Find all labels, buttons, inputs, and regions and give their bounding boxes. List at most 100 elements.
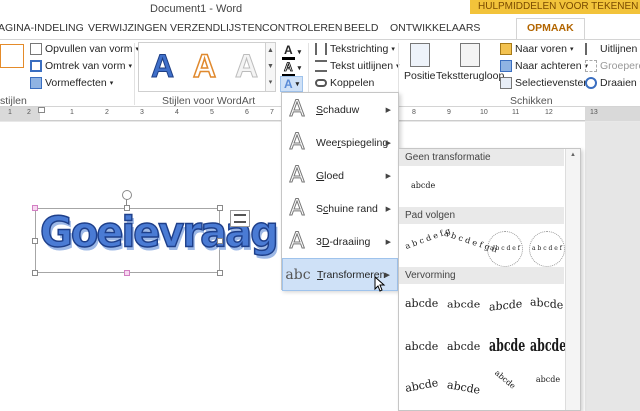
warp-arch-up[interactable]: abcde [404, 376, 439, 395]
text-fill-button[interactable]: A ▾ [282, 43, 301, 60]
ruler-number: 9 [447, 109, 451, 116]
ruler-number: 6 [245, 109, 249, 116]
submenu-arrow-icon: ▶ [385, 106, 391, 114]
effects-button[interactable]: Vormeffecten ▾ [30, 77, 113, 89]
position-button[interactable]: Positie [404, 43, 436, 82]
menu-item-glow[interactable]: A Gloed ▶ [282, 159, 398, 192]
layout-options-icon [234, 214, 246, 223]
rotate-icon [585, 77, 597, 89]
tab-beeld[interactable]: BEELD [344, 22, 378, 34]
outline-label: Omtrek van vorm [45, 60, 126, 72]
submenu-arrow-icon: ▶ [385, 139, 391, 147]
menu-item-label: 3D-draaiing [316, 235, 371, 248]
resize-handle[interactable] [32, 205, 38, 211]
warp-circle[interactable]: abcde [493, 368, 517, 390]
text-align-button[interactable]: Tekst uitlijnen▾ [315, 60, 400, 72]
wordart-style-orange[interactable]: A [192, 47, 217, 85]
menu-item-reflection[interactable]: A Weerspiegeling ▶ [282, 126, 398, 159]
menu-item-label: Schuine rand [316, 202, 378, 215]
text-direction-button[interactable]: Tekstrichting ▾ [315, 43, 395, 55]
resize-handle[interactable] [124, 270, 130, 276]
wrap-text-button[interactable]: Tekstterugloop [436, 43, 504, 82]
tab-pagina-indeling[interactable]: AGINA-INDELING [0, 22, 84, 34]
resize-handle[interactable] [217, 205, 223, 211]
group-objects-button[interactable]: Groeperen [585, 60, 640, 72]
resize-handle[interactable] [217, 238, 223, 244]
fill-button[interactable]: Opvullen van vorm▾ [30, 43, 139, 55]
wordart-style-gallery[interactable]: A A A [138, 42, 276, 92]
menu-item-shadow[interactable]: A Schaduw ▶ [282, 93, 398, 126]
no-transform-option[interactable]: abcde [411, 181, 435, 190]
group-icon [585, 60, 597, 72]
wordart-group-label: Stijlen voor WordArt [162, 95, 256, 107]
submenu-arrow-icon: ▶ [385, 172, 391, 180]
layout-options-button[interactable] [230, 210, 250, 227]
follow-path-button[interactable]: a b c d e f g h i j k l m n o [529, 231, 565, 267]
resize-handle[interactable] [124, 205, 130, 211]
warp-ring-outside[interactable]: abcde [530, 336, 566, 356]
window-title: Document1 - Word [150, 3, 243, 15]
text-align-label: Tekst uitlijnen [330, 60, 394, 72]
rotate-label: Draaien [600, 77, 637, 89]
3d-rotation-icon: A [289, 229, 305, 255]
gallery-scroll[interactable]: ▲ ▼ ▾ [265, 42, 276, 92]
ruler-number: 7 [270, 109, 274, 116]
tab-opmaak[interactable]: OPMAAK [516, 18, 585, 40]
rotate-button[interactable]: Draaien▾ [585, 77, 640, 89]
send-backward-button[interactable]: Naar achteren ▾ [500, 60, 588, 72]
align-button[interactable]: Uitlijnen [585, 43, 637, 55]
group-separator [134, 43, 135, 105]
submenu-scrollbar[interactable]: ▲ [565, 149, 580, 410]
scroll-up-icon[interactable]: ▲ [570, 152, 576, 158]
tab-ontwikkelaars[interactable]: ONTWIKKELAARS [390, 22, 480, 34]
warp-plain[interactable]: abcde [405, 297, 438, 310]
outline-button[interactable]: Omtrek van vorm ▾ [30, 60, 132, 72]
resize-handle[interactable] [32, 238, 38, 244]
fill-label: Opvullen van vorm [45, 43, 133, 55]
submenu-arrow-icon: ▶ [385, 205, 391, 213]
wordart-style-blue[interactable]: A [150, 48, 174, 85]
send-backward-icon [500, 60, 512, 72]
title-bar: Document1 - Word HULPMIDDELEN VOOR TEKEN… [0, 0, 640, 18]
text-outline-button[interactable]: A ▾ [282, 60, 301, 76]
shape-style-preview[interactable] [0, 44, 24, 68]
text-outline-icon: A [282, 60, 295, 76]
context-tab-band: HULPMIDDELEN VOOR TEKENEN [470, 0, 640, 14]
menu-item-3d-rotation[interactable]: A 3D-draaiing ▶ [282, 225, 398, 258]
link-label: Koppelen [330, 77, 375, 89]
position-label: Positie [404, 70, 436, 82]
selection-pane-icon [500, 77, 512, 89]
tab-verzendlijsten[interactable]: VERZENDLIJSTEN [170, 22, 262, 34]
ruler-number: 3 [140, 109, 144, 116]
warp-chevron-up[interactable]: abcde [405, 340, 438, 353]
text-effects-icon: A [284, 77, 293, 91]
bevel-icon: A [289, 196, 305, 222]
follow-path-circle[interactable]: a b c d e f g h i j k l m [487, 231, 523, 267]
ruler-number: 10 [480, 109, 488, 116]
warp-triangle-down[interactable]: abcde [530, 295, 563, 312]
rotate-handle[interactable] [122, 190, 132, 200]
text-effects-button[interactable]: A ▾ [280, 76, 304, 92]
warp-chevron-down[interactable]: abcde [447, 340, 480, 353]
ruler-number: 1 [8, 109, 12, 116]
position-icon [409, 43, 430, 67]
warp-stop[interactable]: abcde [447, 299, 480, 310]
group-label-text: Groeperen [600, 60, 640, 72]
resize-handle[interactable] [32, 270, 38, 276]
warp-triangle-up[interactable]: abcde [489, 297, 522, 314]
bring-forward-button[interactable]: Naar voren ▾ [500, 43, 573, 55]
warp-arch-down[interactable]: abcde [446, 378, 481, 397]
wordart-style-silver[interactable]: A [234, 48, 258, 85]
menu-item-bevel[interactable]: A Schuine rand ▶ [282, 192, 398, 225]
selection-pane-button[interactable]: Selectievenster [500, 77, 587, 89]
tab-controleren[interactable]: CONTROLEREN [262, 22, 343, 34]
resize-handle[interactable] [217, 270, 223, 276]
tab-verwijzingen[interactable]: VERWIJZINGEN [88, 22, 167, 34]
menu-item-label: Weerspiegeling [316, 136, 389, 149]
context-tab-label: HULPMIDDELEN VOOR TEKENEN [478, 1, 639, 12]
link-button[interactable]: Koppelen [315, 77, 374, 89]
warp-ring-inside[interactable]: abcde [489, 336, 525, 356]
warp-button[interactable]: abcde [534, 375, 562, 384]
transform-submenu: Geen transformatie abcde Pad volgen a b … [398, 148, 581, 411]
indent-marker[interactable] [38, 107, 45, 113]
